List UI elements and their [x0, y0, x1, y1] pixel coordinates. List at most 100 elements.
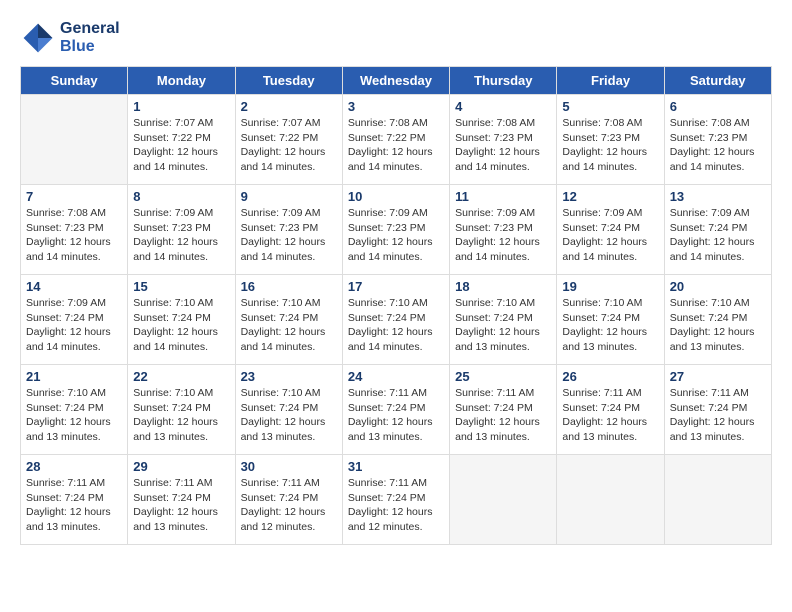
day-number: 10: [348, 189, 444, 204]
page-header: General Blue: [20, 20, 772, 56]
calendar-cell: 21 Sunrise: 7:10 AMSunset: 7:24 PMDayligh…: [21, 365, 128, 455]
calendar-cell: 25 Sunrise: 7:11 AMSunset: 7:24 PMDayligh…: [450, 365, 557, 455]
logo-text: General Blue: [60, 20, 120, 55]
calendar-cell: 12 Sunrise: 7:09 AMSunset: 7:24 PMDayligh…: [557, 185, 664, 275]
calendar-cell: 28 Sunrise: 7:11 AMSunset: 7:24 PMDayligh…: [21, 455, 128, 545]
calendar-week-row: 7 Sunrise: 7:08 AMSunset: 7:23 PMDaylight…: [21, 185, 772, 275]
day-number: 29: [133, 459, 229, 474]
calendar-cell: 22Sunrise: 7:10 AMSunset: 7:24 PMDayligh…: [128, 365, 235, 455]
weekday-header: Sunday: [21, 67, 128, 95]
day-number: 16: [241, 279, 337, 294]
logo-icon: [20, 20, 56, 56]
day-info: Sunrise: 7:11 AMSunset: 7:24 PMDaylight:…: [455, 386, 551, 445]
calendar-cell: 30 Sunrise: 7:11 AMSunset: 7:24 PMDayligh…: [235, 455, 342, 545]
calendar-cell: [557, 455, 664, 545]
day-info: Sunrise: 7:08 AMSunset: 7:22 PMDaylight:…: [348, 116, 444, 175]
calendar-cell: [450, 455, 557, 545]
day-number: 31: [348, 459, 444, 474]
day-number: 23: [241, 369, 337, 384]
day-number: 12: [562, 189, 658, 204]
weekday-header: Monday: [128, 67, 235, 95]
day-number: 8: [133, 189, 229, 204]
calendar-cell: 8 Sunrise: 7:09 AMSunset: 7:23 PMDaylight…: [128, 185, 235, 275]
day-info: Sunrise: 7:11 AMSunset: 7:24 PMDaylight:…: [348, 476, 444, 535]
day-number: 3: [348, 99, 444, 114]
weekday-header: Saturday: [664, 67, 771, 95]
calendar-cell: 29Sunrise: 7:11 AMSunset: 7:24 PMDayligh…: [128, 455, 235, 545]
day-info: Sunrise: 7:11 AMSunset: 7:24 PMDaylight:…: [241, 476, 337, 535]
day-number: 18: [455, 279, 551, 294]
calendar-cell: 13Sunrise: 7:09 AMSunset: 7:24 PMDayligh…: [664, 185, 771, 275]
calendar-cell: 2 Sunrise: 7:07 AMSunset: 7:22 PMDaylight…: [235, 95, 342, 185]
calendar-cell: 6 Sunrise: 7:08 AMSunset: 7:23 PMDaylight…: [664, 95, 771, 185]
calendar-cell: 20Sunrise: 7:10 AMSunset: 7:24 PMDayligh…: [664, 275, 771, 365]
calendar-cell: 31 Sunrise: 7:11 AMSunset: 7:24 PMDayligh…: [342, 455, 449, 545]
calendar-cell: 11 Sunrise: 7:09 AMSunset: 7:23 PMDayligh…: [450, 185, 557, 275]
calendar-cell: 9 Sunrise: 7:09 AMSunset: 7:23 PMDaylight…: [235, 185, 342, 275]
day-info: Sunrise: 7:10 AMSunset: 7:24 PMDaylight:…: [562, 296, 658, 355]
day-info: Sunrise: 7:09 AMSunset: 7:23 PMDaylight:…: [455, 206, 551, 265]
day-number: 1: [133, 99, 229, 114]
day-info: Sunrise: 7:10 AMSunset: 7:24 PMDaylight:…: [26, 386, 122, 445]
day-number: 19: [562, 279, 658, 294]
calendar-cell: 5 Sunrise: 7:08 AMSunset: 7:23 PMDaylight…: [557, 95, 664, 185]
day-number: 27: [670, 369, 766, 384]
day-info: Sunrise: 7:09 AMSunset: 7:24 PMDaylight:…: [562, 206, 658, 265]
logo: General Blue: [20, 20, 120, 56]
weekday-header: Thursday: [450, 67, 557, 95]
weekday-header: Friday: [557, 67, 664, 95]
calendar-cell: 23 Sunrise: 7:10 AMSunset: 7:24 PMDayligh…: [235, 365, 342, 455]
day-info: Sunrise: 7:10 AMSunset: 7:24 PMDaylight:…: [241, 386, 337, 445]
weekday-header: Wednesday: [342, 67, 449, 95]
day-info: Sunrise: 7:09 AMSunset: 7:23 PMDaylight:…: [348, 206, 444, 265]
day-info: Sunrise: 7:11 AMSunset: 7:24 PMDaylight:…: [670, 386, 766, 445]
calendar-cell: 15 Sunrise: 7:10 AMSunset: 7:24 PMDayligh…: [128, 275, 235, 365]
day-info: Sunrise: 7:08 AMSunset: 7:23 PMDaylight:…: [26, 206, 122, 265]
day-number: 15: [133, 279, 229, 294]
calendar-cell: 16 Sunrise: 7:10 AMSunset: 7:24 PMDayligh…: [235, 275, 342, 365]
day-number: 9: [241, 189, 337, 204]
calendar-week-row: 28 Sunrise: 7:11 AMSunset: 7:24 PMDayligh…: [21, 455, 772, 545]
day-number: 17: [348, 279, 444, 294]
day-info: Sunrise: 7:09 AMSunset: 7:23 PMDaylight:…: [133, 206, 229, 265]
day-info: Sunrise: 7:08 AMSunset: 7:23 PMDaylight:…: [670, 116, 766, 175]
calendar-week-row: 14 Sunrise: 7:09 AMSunset: 7:24 PMDayligh…: [21, 275, 772, 365]
day-info: Sunrise: 7:11 AMSunset: 7:24 PMDaylight:…: [26, 476, 122, 535]
weekday-header: Tuesday: [235, 67, 342, 95]
day-number: 4: [455, 99, 551, 114]
calendar-cell: 7 Sunrise: 7:08 AMSunset: 7:23 PMDaylight…: [21, 185, 128, 275]
day-info: Sunrise: 7:10 AMSunset: 7:24 PMDaylight:…: [348, 296, 444, 355]
day-info: Sunrise: 7:10 AMSunset: 7:24 PMDaylight:…: [133, 296, 229, 355]
calendar-cell: 18 Sunrise: 7:10 AMSunset: 7:24 PMDayligh…: [450, 275, 557, 365]
day-number: 11: [455, 189, 551, 204]
day-number: 6: [670, 99, 766, 114]
day-number: 30: [241, 459, 337, 474]
day-number: 7: [26, 189, 122, 204]
calendar-cell: 19 Sunrise: 7:10 AMSunset: 7:24 PMDayligh…: [557, 275, 664, 365]
day-number: 26: [562, 369, 658, 384]
day-number: 2: [241, 99, 337, 114]
day-info: Sunrise: 7:11 AMSunset: 7:24 PMDaylight:…: [562, 386, 658, 445]
day-number: 25: [455, 369, 551, 384]
day-info: Sunrise: 7:11 AMSunset: 7:24 PMDaylight:…: [348, 386, 444, 445]
day-number: 21: [26, 369, 122, 384]
day-info: Sunrise: 7:10 AMSunset: 7:24 PMDaylight:…: [455, 296, 551, 355]
calendar-cell: 27 Sunrise: 7:11 AMSunset: 7:24 PMDayligh…: [664, 365, 771, 455]
day-number: 24: [348, 369, 444, 384]
day-info: Sunrise: 7:07 AMSunset: 7:22 PMDaylight:…: [241, 116, 337, 175]
calendar-cell: 14 Sunrise: 7:09 AMSunset: 7:24 PMDayligh…: [21, 275, 128, 365]
calendar-cell: 1Sunrise: 7:07 AMSunset: 7:22 PMDaylight…: [128, 95, 235, 185]
weekday-header-row: SundayMondayTuesdayWednesdayThursdayFrid…: [21, 67, 772, 95]
day-number: 28: [26, 459, 122, 474]
calendar-week-row: 1 Sunrise: 7:07 AMSunset: 7:22 PMDaylight…: [21, 95, 772, 185]
calendar-table: SundayMondayTuesdayWednesdayThursdayFrid…: [20, 66, 772, 545]
day-info: Sunrise: 7:08 AMSunset: 7:23 PMDaylight:…: [455, 116, 551, 175]
day-info: Sunrise: 7:09 AMSunset: 7:24 PMDaylight:…: [26, 296, 122, 355]
day-number: 5: [562, 99, 658, 114]
day-info: Sunrise: 7:10 AMSunset: 7:24 PMDaylight:…: [670, 296, 766, 355]
day-number: 14: [26, 279, 122, 294]
day-info: Sunrise: 7:09 AMSunset: 7:24 PMDaylight:…: [670, 206, 766, 265]
day-info: Sunrise: 7:09 AMSunset: 7:23 PMDaylight:…: [241, 206, 337, 265]
day-info: Sunrise: 7:10 AMSunset: 7:24 PMDaylight:…: [241, 296, 337, 355]
day-info: Sunrise: 7:08 AMSunset: 7:23 PMDaylight:…: [562, 116, 658, 175]
